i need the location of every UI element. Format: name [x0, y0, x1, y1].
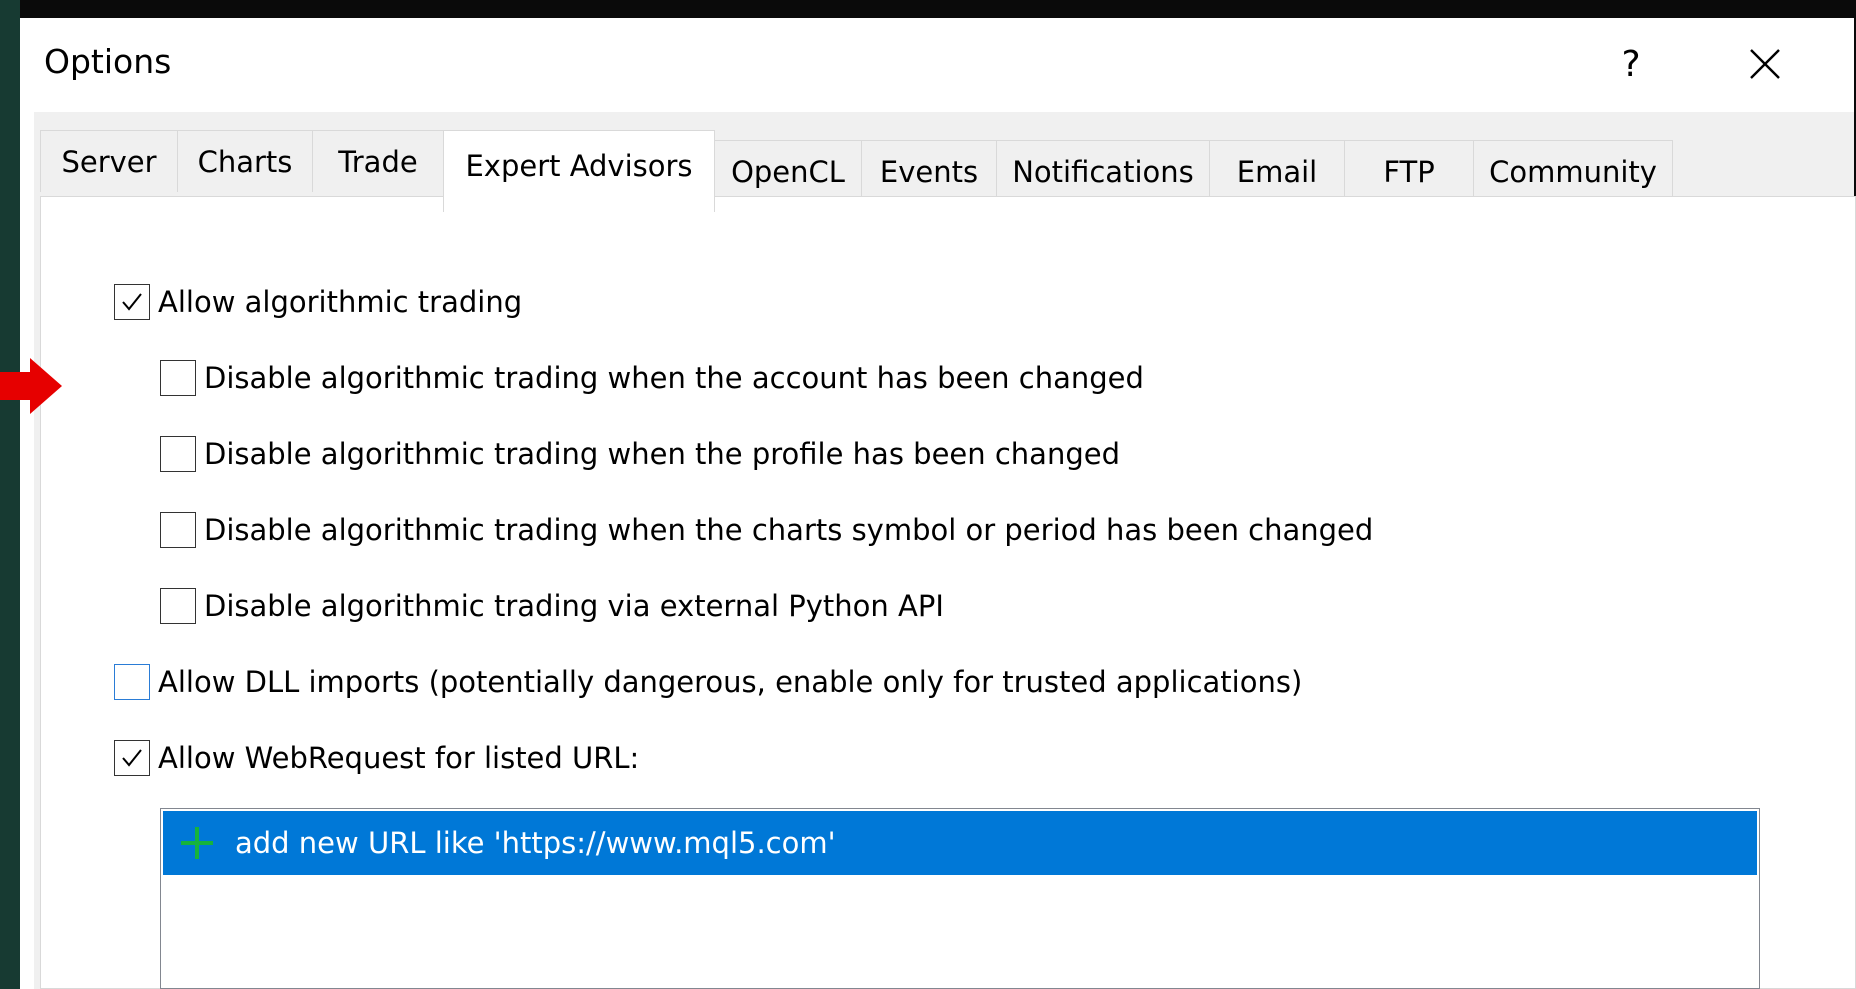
- tab-community[interactable]: Community: [1473, 140, 1673, 202]
- dialog-title: Options: [44, 42, 172, 81]
- checkmark-icon: [122, 749, 142, 767]
- allow-algo-trading-checkbox[interactable]: [114, 284, 150, 320]
- disable-on-account-change-option[interactable]: Disable algorithmic trading when the acc…: [160, 358, 1144, 398]
- checkmark-icon: [122, 293, 142, 311]
- tab-opencl[interactable]: OpenCL: [714, 140, 862, 202]
- plus-icon: [181, 827, 213, 859]
- disable-on-profile-change-option[interactable]: Disable algorithmic trading when the pro…: [160, 434, 1120, 474]
- add-url-row[interactable]: add new URL like 'https://www.mql5.com': [163, 811, 1757, 875]
- disable-on-account-change-checkbox[interactable]: [160, 360, 196, 396]
- background-edge: [0, 0, 20, 989]
- annotation-arrow-icon: [0, 358, 62, 414]
- close-icon: [1750, 49, 1780, 79]
- tab-ftp[interactable]: FTP: [1344, 140, 1474, 202]
- url-list[interactable]: add new URL like 'https://www.mql5.com': [160, 808, 1760, 989]
- disable-on-symbol-change-label: Disable algorithmic trading when the cha…: [204, 513, 1374, 547]
- allow-webrequest-checkbox[interactable]: [114, 740, 150, 776]
- allow-webrequest-label: Allow WebRequest for listed URL:: [158, 741, 640, 775]
- tab-email[interactable]: Email: [1209, 140, 1345, 202]
- close-button[interactable]: [1720, 34, 1810, 94]
- disable-on-symbol-change-checkbox[interactable]: [160, 512, 196, 548]
- title-bar: Options ?: [20, 18, 1854, 112]
- tab-charts[interactable]: Charts: [177, 130, 313, 192]
- allow-webrequest-option[interactable]: Allow WebRequest for listed URL:: [114, 738, 639, 778]
- add-url-text: add new URL like 'https://www.mql5.com': [235, 826, 836, 860]
- disable-python-api-option[interactable]: Disable algorithmic trading via external…: [160, 586, 944, 626]
- disable-on-account-change-label: Disable algorithmic trading when the acc…: [204, 361, 1144, 395]
- allow-dll-imports-label: Allow DLL imports (potentially dangerous…: [158, 665, 1303, 699]
- tab-trade[interactable]: Trade: [312, 130, 444, 192]
- allow-dll-imports-checkbox[interactable]: [114, 664, 150, 700]
- disable-on-profile-change-checkbox[interactable]: [160, 436, 196, 472]
- disable-python-api-label: Disable algorithmic trading via external…: [204, 589, 944, 623]
- tab-server[interactable]: Server: [40, 130, 178, 192]
- disable-on-symbol-change-option[interactable]: Disable algorithmic trading when the cha…: [160, 510, 1373, 550]
- help-button[interactable]: ?: [1586, 34, 1676, 94]
- allow-algo-trading-label: Allow algorithmic trading: [158, 285, 523, 319]
- tab-expert-advisors[interactable]: Expert Advisors: [443, 130, 715, 212]
- allow-algo-trading-option[interactable]: Allow algorithmic trading: [114, 282, 522, 322]
- disable-on-profile-change-label: Disable algorithmic trading when the pro…: [204, 437, 1120, 471]
- disable-python-api-checkbox[interactable]: [160, 588, 196, 624]
- allow-dll-imports-option[interactable]: Allow DLL imports (potentially dangerous…: [114, 662, 1302, 702]
- tab-notifications[interactable]: Notifications: [996, 140, 1210, 202]
- tab-events[interactable]: Events: [861, 140, 997, 202]
